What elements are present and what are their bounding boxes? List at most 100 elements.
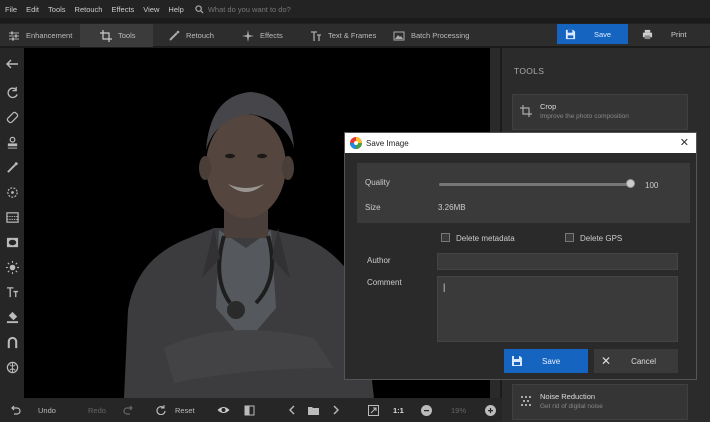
printer-icon xyxy=(642,29,653,39)
fill-bucket-icon[interactable] xyxy=(4,309,20,325)
brush-icon xyxy=(169,30,180,41)
folder-icon xyxy=(308,406,319,415)
tab-tools-label: Tools xyxy=(118,31,136,40)
dialog-cancel-button[interactable]: ✕ Cancel xyxy=(594,349,678,373)
folder-button[interactable] xyxy=(308,398,319,422)
redo-label: Redo xyxy=(88,405,106,415)
dialog-cancel-label: Cancel xyxy=(631,356,656,366)
reset-label: Reset xyxy=(175,405,195,415)
quality-slider[interactable] xyxy=(439,183,632,186)
text-cursor: | xyxy=(443,282,446,292)
tool-card-noise-reduction[interactable]: Noise Reduction Get rid of digital noise xyxy=(512,384,688,420)
chevron-left-icon xyxy=(289,405,295,415)
tab-effects-label: Effects xyxy=(260,31,283,40)
delete-metadata-checkbox[interactable] xyxy=(441,233,450,242)
print-button[interactable]: Print xyxy=(636,24,710,44)
zoom-in-button[interactable] xyxy=(485,398,496,422)
stamp-icon[interactable] xyxy=(4,134,20,150)
menu-tools[interactable]: Tools xyxy=(48,5,66,14)
magnet-icon[interactable] xyxy=(4,334,20,350)
tool-card-crop[interactable]: Crop Improve the photo composition xyxy=(512,94,688,130)
tab-enhancement[interactable]: Enhancement xyxy=(8,24,80,47)
compare-button[interactable] xyxy=(244,398,255,422)
comment-label: Comment xyxy=(367,278,402,287)
redo-icon xyxy=(123,405,133,415)
tool-card-noise-title: Noise Reduction xyxy=(540,392,596,401)
tools-panel-title: TOOLS xyxy=(514,66,545,76)
quality-value: 100 xyxy=(645,181,659,190)
next-image-button[interactable] xyxy=(332,398,340,422)
menu-file[interactable]: File xyxy=(5,5,17,14)
tab-batch-label: Batch Processing xyxy=(411,31,470,40)
tab-enhancement-label: Enhancement xyxy=(26,31,73,40)
quality-label: Quality xyxy=(365,178,390,187)
delete-gps-label: Delete GPS xyxy=(580,234,623,243)
back-arrow-icon[interactable] xyxy=(4,56,20,72)
save-button[interactable]: Save xyxy=(557,24,628,44)
menu-effects[interactable]: Effects xyxy=(111,5,134,14)
delete-gps-checkbox[interactable] xyxy=(565,233,574,242)
quality-slider-knob[interactable] xyxy=(626,179,635,188)
print-button-label: Print xyxy=(671,29,687,39)
left-toolbar xyxy=(0,48,24,398)
size-label: Size xyxy=(365,203,381,212)
undo-icon xyxy=(11,405,21,415)
tool-card-crop-title: Crop xyxy=(540,102,557,111)
tab-tools[interactable]: Tools xyxy=(80,24,153,47)
gradient-icon[interactable] xyxy=(4,209,20,225)
comment-field[interactable]: | xyxy=(437,276,678,342)
bottom-toolbar: Undo Redo Reset 1:1 19% xyxy=(0,398,502,422)
rotate-icon[interactable] xyxy=(4,84,20,100)
eye-icon xyxy=(217,407,230,413)
reset-button[interactable]: Reset xyxy=(156,398,195,422)
compare-icon xyxy=(244,405,255,415)
app-logo-icon xyxy=(350,137,362,149)
preview-eye-button[interactable] xyxy=(217,398,230,422)
tab-text-frames[interactable]: Text & Frames xyxy=(310,24,382,47)
tab-effects[interactable]: Effects xyxy=(242,24,302,47)
prev-image-button[interactable] xyxy=(288,398,296,422)
author-field[interactable] xyxy=(437,253,678,270)
target-icon[interactable] xyxy=(4,184,20,200)
redo-button[interactable]: Redo xyxy=(88,398,133,422)
dialog-save-button[interactable]: Save xyxy=(504,349,588,373)
noise-icon xyxy=(521,396,531,406)
tool-card-noise-subtitle: Get rid of digital noise xyxy=(540,403,603,410)
menu-edit[interactable]: Edit xyxy=(26,5,39,14)
undo-button[interactable]: Undo xyxy=(11,398,56,422)
search-placeholder: What do you want to do? xyxy=(207,4,291,14)
dialog-save-label: Save xyxy=(542,356,561,366)
globe-icon[interactable] xyxy=(4,359,20,375)
images-icon xyxy=(393,31,405,40)
menu-search[interactable]: What do you want to do? xyxy=(195,5,291,14)
sun-icon[interactable] xyxy=(4,259,20,275)
zoom-out-button[interactable] xyxy=(421,398,432,422)
fit-screen-button[interactable] xyxy=(368,398,379,422)
close-icon: ✕ xyxy=(601,354,612,368)
tool-card-crop-subtitle: Improve the photo composition xyxy=(540,113,629,120)
undo-label: Undo xyxy=(38,405,56,415)
reset-icon xyxy=(156,405,166,415)
brush-tool-icon[interactable] xyxy=(4,159,20,175)
save-button-label: Save xyxy=(594,29,612,39)
text-tool-icon[interactable] xyxy=(4,284,20,300)
zoom-level: 19% xyxy=(451,405,467,415)
menu-view[interactable]: View xyxy=(143,5,159,14)
healing-icon[interactable] xyxy=(4,109,20,125)
floppy-icon xyxy=(512,356,522,366)
crop-icon xyxy=(100,29,112,42)
dialog-title-bar: Save Image ✕ xyxy=(345,133,696,153)
save-image-dialog: Save Image ✕ Quality 100 Size 3.26MB Del… xyxy=(344,132,697,380)
tab-retouch-label: Retouch xyxy=(186,31,214,40)
crop-tool-icon xyxy=(520,105,532,117)
dialog-close-icon[interactable]: ✕ xyxy=(680,136,689,149)
menu-retouch[interactable]: Retouch xyxy=(75,5,103,14)
tab-batch-processing[interactable]: Batch Processing xyxy=(393,24,473,47)
size-value: 3.26MB xyxy=(438,203,466,212)
zoom-in-icon xyxy=(485,404,496,416)
actual-size-button[interactable]: 1:1 xyxy=(393,398,404,422)
vignette-icon[interactable] xyxy=(4,234,20,250)
menu-help[interactable]: Help xyxy=(168,5,183,14)
tab-retouch[interactable]: Retouch xyxy=(168,24,228,47)
chevron-right-icon xyxy=(333,405,339,415)
